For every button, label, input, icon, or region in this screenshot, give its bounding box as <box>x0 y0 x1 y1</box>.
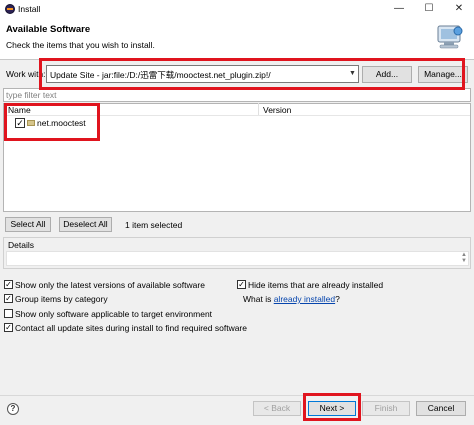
column-divider[interactable] <box>258 103 259 115</box>
finish-button[interactable]: Finish <box>362 401 410 416</box>
contact-all-sites-checkbox[interactable]: ✓ <box>4 323 13 332</box>
footer-separator <box>0 395 474 396</box>
filter-input[interactable] <box>3 88 471 102</box>
page-subtitle: Check the items that you wish to install… <box>6 40 155 50</box>
maximize-button[interactable]: ☐ <box>414 0 444 18</box>
hide-installed-label[interactable]: Hide items that are already installed <box>248 280 383 290</box>
what-is-installed-text: What is already installed? <box>243 294 340 304</box>
select-all-button[interactable]: Select All <box>5 217 51 232</box>
highlight-work-with <box>39 58 465 90</box>
target-environment-checkbox[interactable] <box>4 309 13 318</box>
contact-all-sites-label[interactable]: Contact all update sites during install … <box>15 323 247 333</box>
group-by-category-checkbox[interactable]: ✓ <box>4 294 13 303</box>
back-button[interactable]: < Back <box>253 401 301 416</box>
latest-versions-label[interactable]: Show only the latest versions of availab… <box>15 280 205 290</box>
page-title: Available Software <box>6 24 91 35</box>
window-title: Install <box>18 4 41 14</box>
already-installed-link[interactable]: already installed <box>274 294 335 304</box>
install-wizard-icon <box>437 25 463 49</box>
what-is-suffix: ? <box>335 294 340 304</box>
group-by-category-label[interactable]: Group items by category <box>15 294 108 304</box>
target-environment-label[interactable]: Show only software applicable to target … <box>15 309 212 319</box>
selection-status: 1 item selected <box>125 220 183 230</box>
what-is-prefix: What is <box>243 294 274 304</box>
cancel-button[interactable]: Cancel <box>416 401 466 416</box>
minimize-button[interactable]: — <box>384 0 414 18</box>
close-button[interactable]: ✕ <box>444 0 474 18</box>
column-header-version[interactable]: Version <box>263 105 291 115</box>
details-scrollbar[interactable]: ▲ ▼ <box>460 252 468 265</box>
highlight-tree-item <box>4 103 100 141</box>
eclipse-app-icon <box>5 4 15 14</box>
help-icon[interactable]: ? <box>7 403 19 415</box>
latest-versions-checkbox[interactable]: ✓ <box>4 280 13 289</box>
highlight-next-button <box>303 393 361 421</box>
details-label: Details <box>8 240 34 250</box>
details-text-area[interactable] <box>6 251 469 266</box>
filter-placeholder: type filter text <box>6 90 57 100</box>
hide-installed-checkbox[interactable]: ✓ <box>237 280 246 289</box>
deselect-all-button[interactable]: Deselect All <box>59 217 112 232</box>
